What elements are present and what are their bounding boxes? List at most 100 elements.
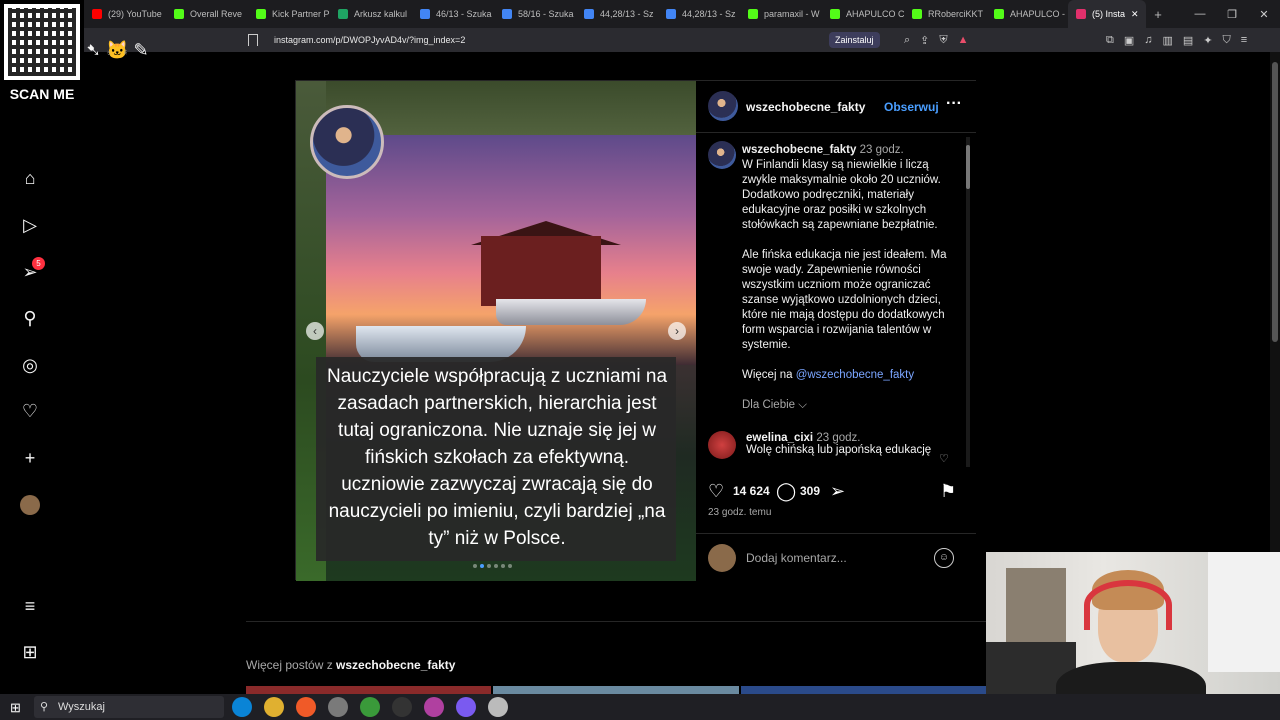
more-menu-icon[interactable]: ≡ — [20, 596, 40, 616]
leo-ai-icon[interactable]: ✦ — [1203, 34, 1212, 47]
post-thumbnail[interactable] — [740, 686, 986, 694]
app-icon[interactable] — [424, 697, 444, 717]
close-window-icon[interactable]: ✕ — [1248, 8, 1280, 21]
post-thumbnail[interactable] — [246, 686, 492, 694]
browser-tab[interactable]: 46/13 - Szuka — [412, 0, 494, 28]
browser-tab[interactable]: 44,28/13 - Sz — [576, 0, 658, 28]
post-thumbnail[interactable] — [493, 686, 739, 694]
comment-icon[interactable]: ◯ — [776, 481, 796, 501]
extensions-icon[interactable]: ⧉ — [1106, 34, 1114, 47]
new-tab-button[interactable]: + — [1146, 7, 1170, 22]
tab-label: (5) Insta — [1092, 9, 1126, 19]
browser-tab[interactable]: paramaxil - W — [740, 0, 822, 28]
create-icon[interactable]: + — [20, 448, 40, 468]
author-avatar[interactable] — [708, 91, 738, 121]
page-logo-avatar — [310, 105, 384, 179]
wallet-icon[interactable]: ▤ — [1183, 34, 1193, 47]
media-icon[interactable]: ♫ — [1144, 34, 1152, 46]
notifications-heart-icon[interactable]: ♡ — [20, 401, 40, 421]
caption-time: 23 godz. — [859, 144, 904, 156]
caption-paragraph-2: Ale fińska edukacja nie jest ideałem. Ma… — [742, 249, 947, 351]
tab-favicon-icon — [748, 9, 758, 19]
vpn-icon[interactable]: ⛉ — [1223, 34, 1231, 47]
screenshot-icon[interactable]: ▣ — [1124, 34, 1134, 47]
more-posts-username[interactable]: wszechobecne_fakty — [336, 658, 455, 672]
comment: ewelina_cixi 23 godz. Wolę chińską lub j… — [746, 432, 936, 456]
mention-link[interactable]: @wszechobecne_fakty — [796, 369, 914, 381]
obs-icon[interactable] — [392, 697, 412, 717]
close-tab-icon[interactable]: ✕ — [1131, 9, 1139, 20]
home-icon[interactable]: ⌂ — [20, 168, 40, 188]
more-posts-prefix: Więcej postów z — [246, 658, 337, 672]
commenter-avatar[interactable] — [708, 431, 736, 459]
browser-tab[interactable]: Overall Reve — [166, 0, 248, 28]
boathouse — [481, 236, 601, 306]
tab-favicon-icon — [420, 9, 430, 19]
app-icon[interactable] — [456, 697, 476, 717]
browser-tab[interactable]: 58/16 - Szuka — [494, 0, 576, 28]
emoji-icon[interactable]: ☺ — [934, 548, 954, 568]
reels-icon[interactable]: ▷ — [20, 215, 40, 235]
browser-tab[interactable]: RRoberciKKT — [904, 0, 986, 28]
next-image-icon[interactable]: › — [668, 322, 686, 340]
tab-label: 44,28/13 - Sz — [600, 9, 654, 19]
edge-icon[interactable] — [232, 697, 252, 717]
tab-label: 58/16 - Szuka — [518, 9, 574, 19]
save-bookmark-icon[interactable]: ⚑ — [940, 481, 956, 501]
more-options-icon[interactable]: ··· — [946, 95, 962, 113]
browser-tab[interactable]: (29) YouTube — [84, 0, 166, 28]
boat — [496, 299, 646, 325]
add-comment-input[interactable]: Dodaj komentarz... — [746, 551, 847, 565]
for-you-label[interactable]: Dla Ciebie ⌵ — [742, 399, 807, 412]
share-post-icon[interactable]: ➢ — [830, 481, 845, 501]
author-username[interactable]: wszechobecne_fakty — [746, 100, 865, 114]
comment-username[interactable]: ewelina_cixi — [746, 432, 813, 444]
browser-tab[interactable]: (5) Insta ✕ — [1068, 0, 1146, 28]
menu-icon[interactable]: ≡ — [1241, 34, 1247, 46]
tab-favicon-icon — [912, 9, 922, 19]
previous-image-icon[interactable]: ‹ — [306, 322, 324, 340]
follow-button[interactable]: Obserwuj — [884, 100, 939, 114]
bookmark-icon[interactable] — [248, 34, 258, 46]
brave-shield-icon[interactable]: ⛨ — [939, 34, 947, 47]
minimize-icon[interactable]: — — [1184, 8, 1216, 20]
browser-tab[interactable]: Kick Partner P — [248, 0, 330, 28]
app-icon[interactable] — [328, 697, 348, 717]
browser-tab[interactable]: AHAPULCO C — [822, 0, 904, 28]
like-icon[interactable]: ♡ — [708, 481, 724, 501]
headphones — [1084, 580, 1172, 630]
caption-username[interactable]: wszechobecne_fakty — [742, 144, 856, 156]
search-icon[interactable]: ⚲ — [20, 308, 40, 328]
likes-count[interactable]: 14 624 — [733, 484, 770, 498]
comment-like-icon[interactable]: ♡ — [939, 452, 949, 465]
browser-tab[interactable]: AHAPULCO - — [986, 0, 1068, 28]
tab-label: 46/13 - Szuka — [436, 9, 492, 19]
also-from-meta-icon[interactable]: ⊞ — [20, 642, 40, 662]
file-explorer-icon[interactable] — [264, 697, 284, 717]
app-icon[interactable] — [488, 697, 508, 717]
url-field[interactable]: instagram.com/p/DWOPJyvAD4v/?img_index=2 — [274, 28, 465, 52]
sidebar-toggle-icon[interactable]: ▥ — [1163, 34, 1173, 47]
browser-tab[interactable]: Arkusz kalkul — [330, 0, 412, 28]
search-icon: ⚲ — [40, 701, 49, 713]
more-posts-grid — [246, 686, 986, 694]
brave-rewards-icon[interactable]: ▲ — [958, 34, 969, 46]
browser-tab[interactable]: 44,28/13 - Sz — [658, 0, 740, 28]
caption-author-avatar[interactable] — [708, 141, 736, 169]
taskbar-search[interactable]: ⚲ Wyszukaj — [34, 696, 224, 718]
comments-scrollbar[interactable] — [966, 137, 970, 467]
install-app-button[interactable]: Zainstaluj — [829, 32, 880, 48]
restore-icon[interactable]: ❐ — [1216, 8, 1248, 21]
profile-avatar[interactable] — [20, 495, 40, 515]
chrome-icon[interactable] — [360, 697, 380, 717]
tab-favicon-icon — [994, 9, 1004, 19]
windows-start-icon[interactable]: ⊞ — [10, 700, 21, 716]
tab-favicon-icon — [256, 9, 266, 19]
add-comment-bar: Dodaj komentarz... ☺ — [696, 533, 976, 581]
tab-label: paramaxil - W — [764, 9, 820, 19]
zoom-icon[interactable]: ⌕ — [904, 34, 910, 47]
more-prefix: Więcej na — [742, 369, 796, 381]
explore-icon[interactable]: ◎ — [20, 355, 40, 375]
brave-icon[interactable] — [296, 697, 316, 717]
share-icon[interactable]: ⇪ — [920, 34, 929, 47]
